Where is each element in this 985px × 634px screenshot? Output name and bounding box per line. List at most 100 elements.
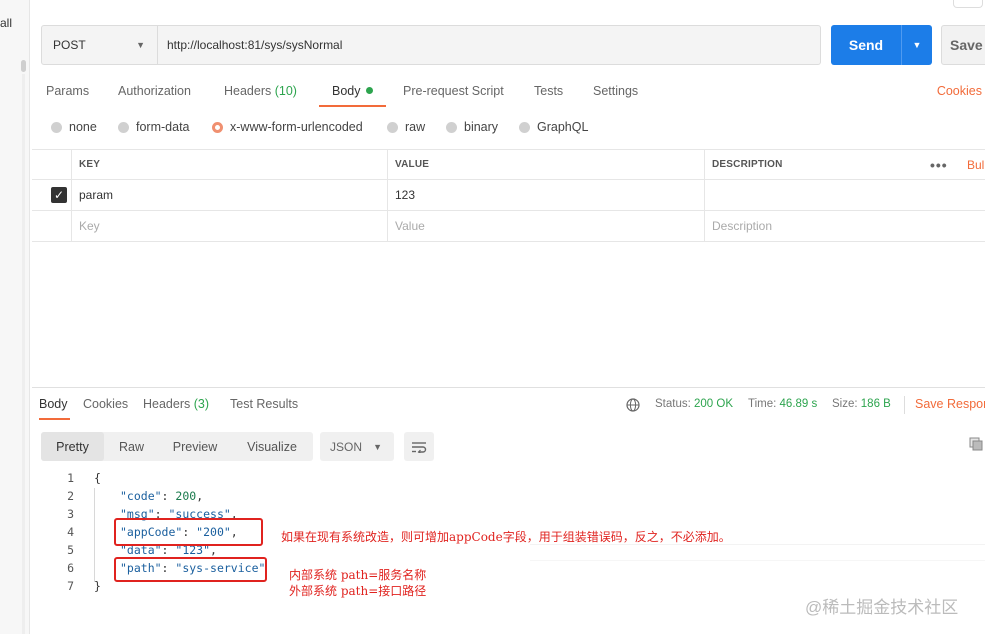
radio-binary-label: binary bbox=[464, 120, 499, 134]
time-readout: Time: 46.89 s bbox=[748, 398, 817, 410]
response-tab-headers-count: (3) bbox=[193, 397, 210, 411]
time-label: Time: bbox=[748, 398, 777, 410]
tab-settings[interactable]: Settings bbox=[593, 84, 638, 98]
view-mode-group: Pretty Raw Preview Visualize bbox=[41, 432, 313, 461]
new-description-input[interactable]: Description bbox=[704, 211, 985, 241]
tab-params[interactable]: Params bbox=[46, 84, 89, 98]
meta-divider bbox=[904, 396, 905, 414]
json-close-brace: } bbox=[94, 579, 101, 593]
json-open-brace: { bbox=[94, 471, 101, 485]
format-select[interactable]: JSON ▼ bbox=[320, 432, 394, 461]
faint-rule bbox=[530, 560, 985, 561]
param-key-cell[interactable]: param bbox=[71, 180, 387, 210]
status-readout: Status: 200 OK bbox=[655, 398, 733, 410]
copy-icon[interactable] bbox=[969, 437, 983, 451]
active-response-tab-underline bbox=[39, 418, 70, 420]
indent-guide bbox=[94, 488, 95, 582]
view-visualize-button[interactable]: Visualize bbox=[231, 432, 313, 461]
param-enabled-checkbox[interactable]: ✓ bbox=[51, 187, 67, 203]
param-value-cell[interactable]: 123 bbox=[387, 180, 704, 210]
radio-graphql-label: GraphQL bbox=[537, 120, 589, 134]
tab-pre-request-script[interactable]: Pre-request Script bbox=[403, 84, 504, 98]
table-row: ✓ param 123 bbox=[32, 180, 985, 211]
tab-body-label: Body bbox=[332, 84, 361, 98]
tab-body[interactable]: Body bbox=[332, 84, 373, 98]
response-tab-headers[interactable]: Headers (3) bbox=[143, 397, 209, 411]
response-tab-body[interactable]: Body bbox=[39, 397, 68, 411]
size-label: Size: bbox=[832, 398, 858, 410]
response-tab-cookies[interactable]: Cookies bbox=[83, 397, 128, 411]
json-number: 200 bbox=[175, 489, 197, 503]
json-line-code: "code": 200, bbox=[120, 489, 204, 503]
tab-headers-label: Headers bbox=[224, 84, 272, 98]
line-number: 6 bbox=[67, 561, 74, 575]
more-options-icon[interactable]: ••• bbox=[930, 150, 948, 179]
json-key: "code" bbox=[120, 489, 162, 503]
response-tab-test-results[interactable]: Test Results bbox=[230, 397, 298, 411]
annotation-box-appcode bbox=[114, 518, 263, 546]
time-value: 46.89 s bbox=[779, 398, 818, 410]
annotation-box-path bbox=[114, 557, 267, 582]
view-preview-button[interactable]: Preview bbox=[159, 432, 231, 461]
status-label: Status: bbox=[655, 398, 691, 410]
new-value-input[interactable]: Value bbox=[387, 211, 704, 241]
method-label: POST bbox=[53, 38, 86, 52]
column-header-key: KEY bbox=[71, 150, 387, 179]
size-readout: Size: 186 B bbox=[832, 398, 891, 410]
pane-divider[interactable] bbox=[32, 387, 985, 388]
line-number: 5 bbox=[67, 543, 74, 557]
view-raw-button[interactable]: Raw bbox=[104, 432, 159, 461]
line-number: 1 bbox=[67, 471, 74, 485]
line-number: 3 bbox=[67, 507, 74, 521]
view-pretty-button[interactable]: Pretty bbox=[41, 432, 104, 461]
tab-headers[interactable]: Headers (10) bbox=[224, 84, 297, 98]
save-label: Save bbox=[950, 37, 983, 53]
annotation-path-note-external: 外部系统 path=接口路径 bbox=[289, 584, 427, 598]
collections-sidebar: all bbox=[0, 0, 30, 634]
chevron-down-icon[interactable]: ▼ bbox=[902, 25, 932, 65]
save-button[interactable]: Save bbox=[941, 25, 985, 65]
param-description-cell[interactable] bbox=[704, 180, 985, 210]
radio-off-icon bbox=[519, 121, 530, 133]
radio-x-www-form-urlencoded[interactable]: x-www-form-urlencoded bbox=[212, 120, 363, 134]
table-row-new: Key Value Description bbox=[32, 211, 985, 242]
radio-none-label: none bbox=[69, 120, 97, 134]
save-response-button[interactable]: Save Respor bbox=[915, 397, 985, 411]
bulk-edit-link[interactable]: Bul bbox=[967, 150, 984, 179]
tab-headers-count: (10) bbox=[274, 84, 297, 98]
new-key-input[interactable]: Key bbox=[71, 211, 387, 241]
status-value: 200 OK bbox=[694, 398, 734, 410]
line-number: 2 bbox=[67, 489, 74, 503]
tab-tests[interactable]: Tests bbox=[534, 84, 563, 98]
radio-on-icon bbox=[212, 121, 223, 133]
radio-raw[interactable]: raw bbox=[387, 120, 425, 134]
size-value: 186 B bbox=[860, 398, 891, 410]
globe-icon[interactable] bbox=[626, 398, 640, 412]
modified-dot-icon bbox=[365, 87, 373, 94]
radio-urlencoded-label: x-www-form-urlencoded bbox=[230, 120, 363, 134]
radio-off-icon bbox=[446, 121, 457, 133]
radio-form-data[interactable]: form-data bbox=[118, 120, 190, 134]
cookies-link[interactable]: Cookies bbox=[937, 84, 982, 98]
response-tab-headers-label: Headers bbox=[143, 397, 191, 411]
radio-off-icon bbox=[51, 121, 62, 133]
request-url-bar: POST ▼ http://localhost:81/sys/sysNormal bbox=[41, 25, 821, 65]
radio-binary[interactable]: binary bbox=[446, 120, 498, 134]
send-label: Send bbox=[848, 37, 884, 53]
sidebar-scrollbar-thumb[interactable] bbox=[21, 60, 26, 72]
active-tab-underline bbox=[319, 105, 386, 107]
watermark: @稀土掘金技术社区 bbox=[805, 598, 959, 617]
radio-graphql[interactable]: GraphQL bbox=[519, 120, 588, 134]
url-input[interactable]: http://localhost:81/sys/sysNormal bbox=[158, 26, 820, 64]
wrap-lines-button[interactable] bbox=[404, 432, 434, 461]
request-tabs: Params Authorization Headers (10) Body P… bbox=[46, 79, 985, 107]
method-select[interactable]: POST ▼ bbox=[42, 26, 158, 64]
window-corner-control[interactable] bbox=[953, 0, 983, 8]
send-button[interactable]: Send ▼ bbox=[831, 25, 932, 65]
radio-none[interactable]: none bbox=[51, 120, 97, 134]
sidebar-scrollbar-track[interactable] bbox=[22, 74, 25, 634]
annotation-path-note-internal: 内部系统 path=服务名称 bbox=[289, 568, 427, 582]
line-number: 7 bbox=[67, 579, 74, 593]
tab-authorization[interactable]: Authorization bbox=[118, 84, 191, 98]
chevron-down-icon: ▼ bbox=[373, 441, 382, 452]
